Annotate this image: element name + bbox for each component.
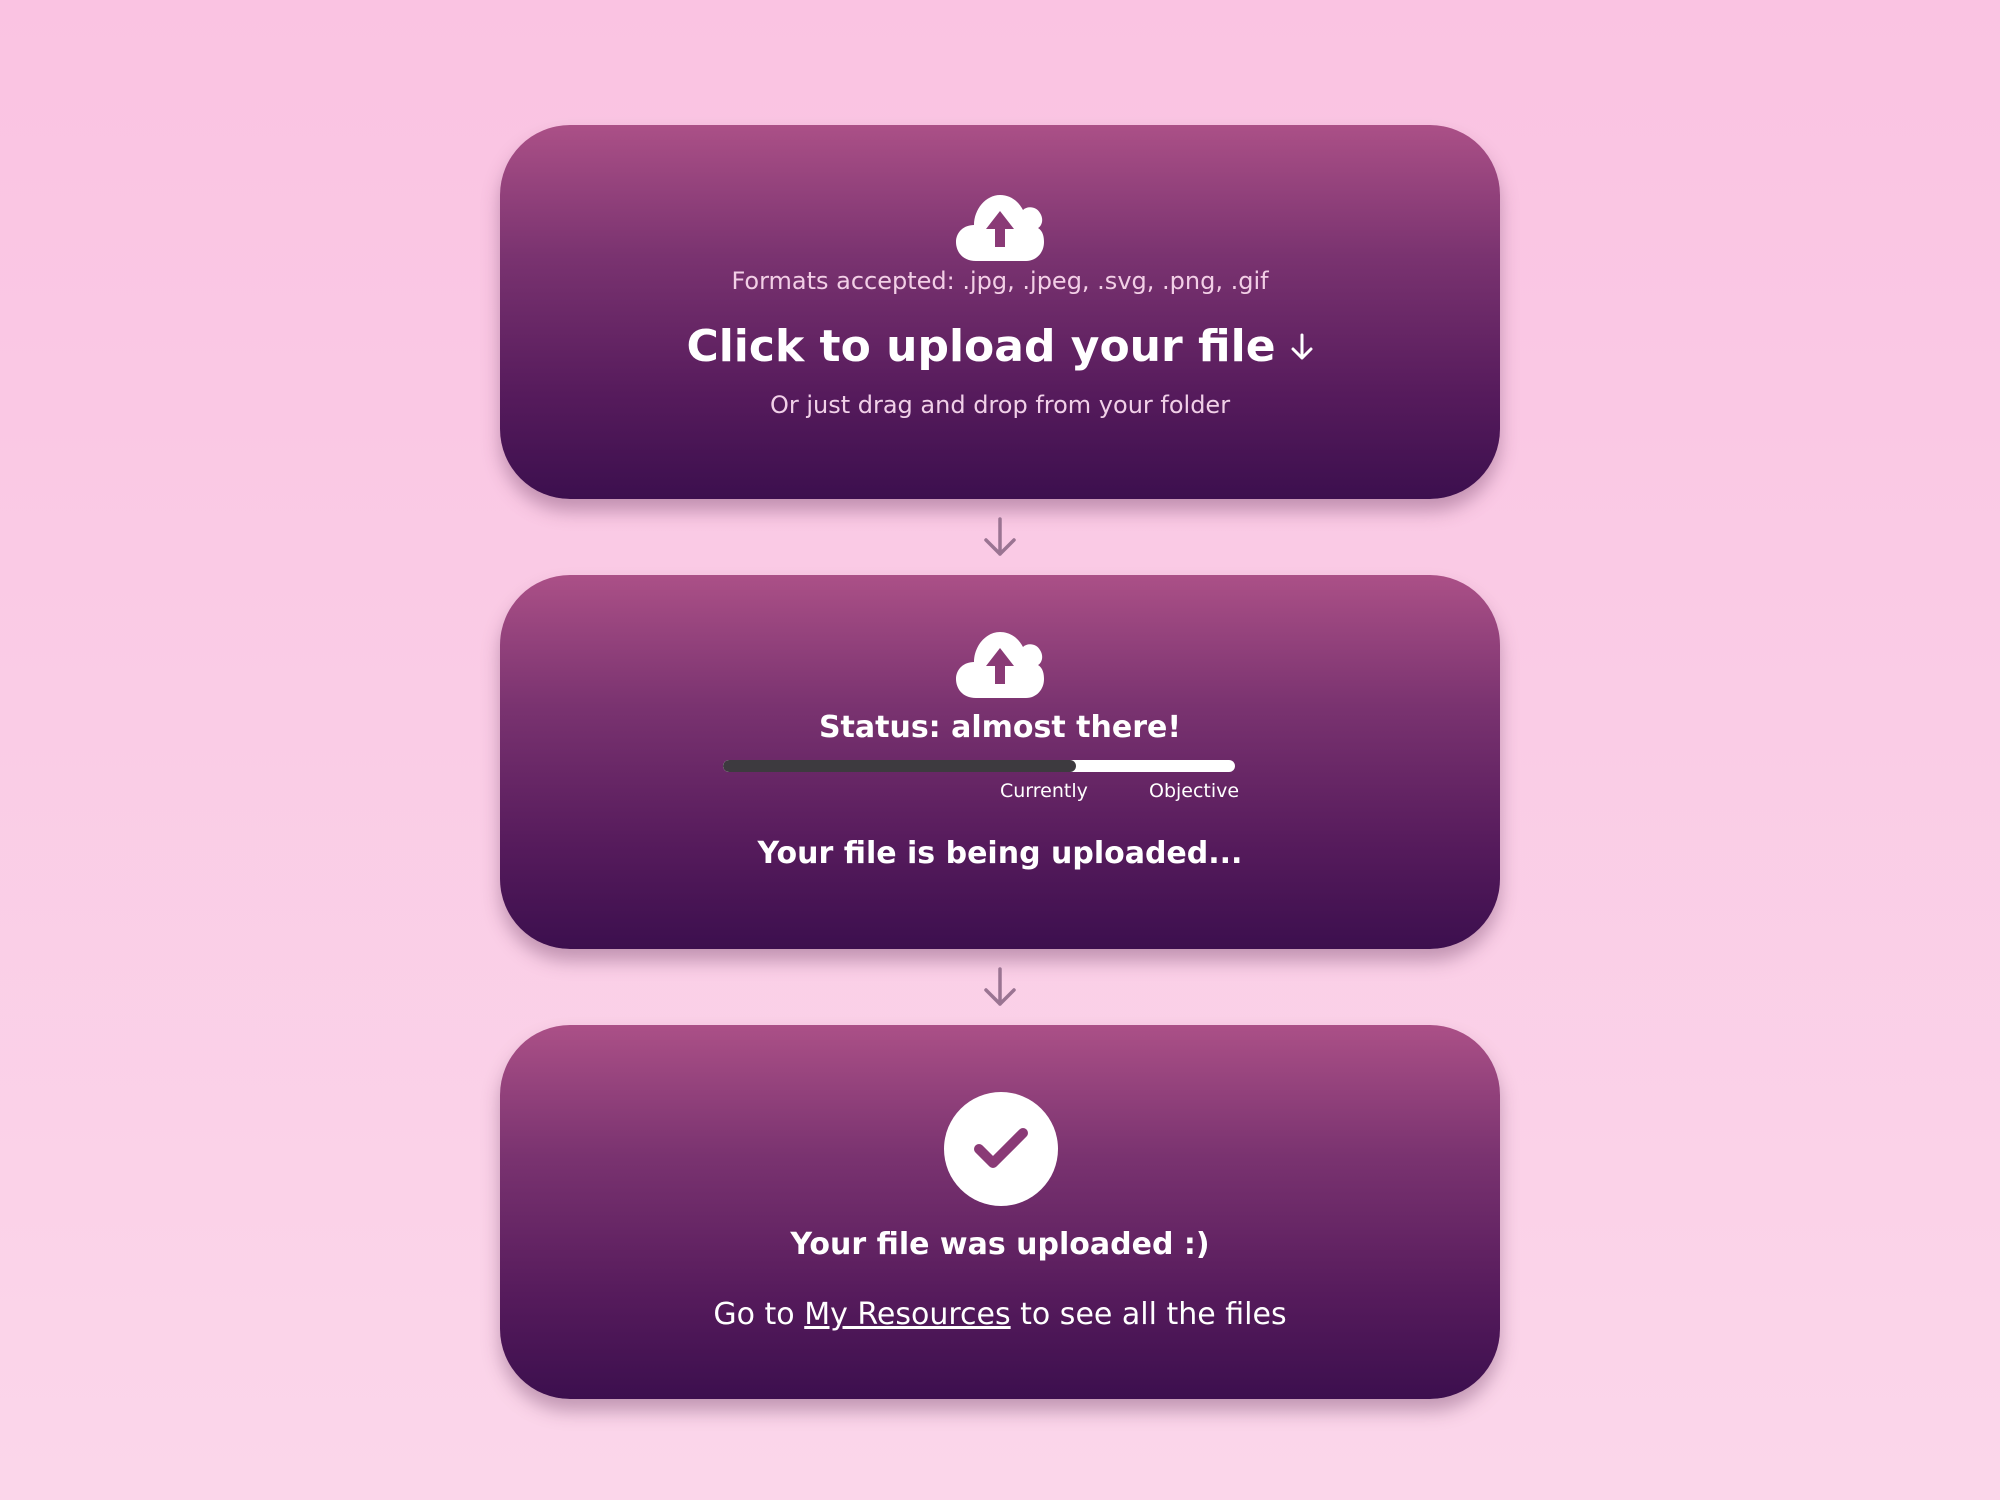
upload-button-label: Click to upload your file bbox=[686, 321, 1276, 372]
progress-bar-fill bbox=[723, 760, 1077, 772]
progress-bar bbox=[723, 760, 1235, 772]
upload-status-text: Status: almost there! bbox=[818, 710, 1182, 745]
resources-hint: Go to My Resources to see all the files bbox=[500, 1297, 1500, 1332]
upload-file-button[interactable]: Click to upload your file bbox=[500, 321, 1500, 372]
arrow-down-icon bbox=[1291, 333, 1313, 359]
success-badge bbox=[944, 1092, 1058, 1206]
cloud-upload-icon bbox=[956, 195, 1044, 261]
arrow-down-icon bbox=[984, 967, 1016, 1006]
my-resources-link[interactable]: My Resources bbox=[804, 1297, 1010, 1332]
arrow-down-icon bbox=[984, 517, 1016, 556]
progress-current-label: Currently bbox=[1000, 780, 1088, 802]
goto-suffix: to see all the files bbox=[1020, 1297, 1287, 1332]
upload-complete-card: Your file was uploaded :) Go to My Resou… bbox=[500, 1025, 1500, 1399]
upload-dropzone-card[interactable]: Formats accepted: .jpg, .jpeg, .svg, .pn… bbox=[500, 125, 1500, 499]
upload-progress-card: Status: almost there! Currently Objectiv… bbox=[500, 575, 1500, 949]
progress-objective-label: Objective bbox=[1149, 780, 1240, 802]
uploading-message: Your file is being uploaded... bbox=[757, 836, 1243, 871]
upload-success-title: Your file was uploaded :) bbox=[790, 1227, 1210, 1262]
goto-prefix: Go to bbox=[713, 1297, 795, 1332]
cloud-upload-icon bbox=[956, 632, 1044, 698]
checkmark-icon bbox=[974, 1128, 1028, 1168]
formats-accepted-text: Formats accepted: .jpg, .jpeg, .svg, .pn… bbox=[731, 267, 1269, 295]
drag-drop-hint: Or just drag and drop from your folder bbox=[769, 391, 1231, 419]
